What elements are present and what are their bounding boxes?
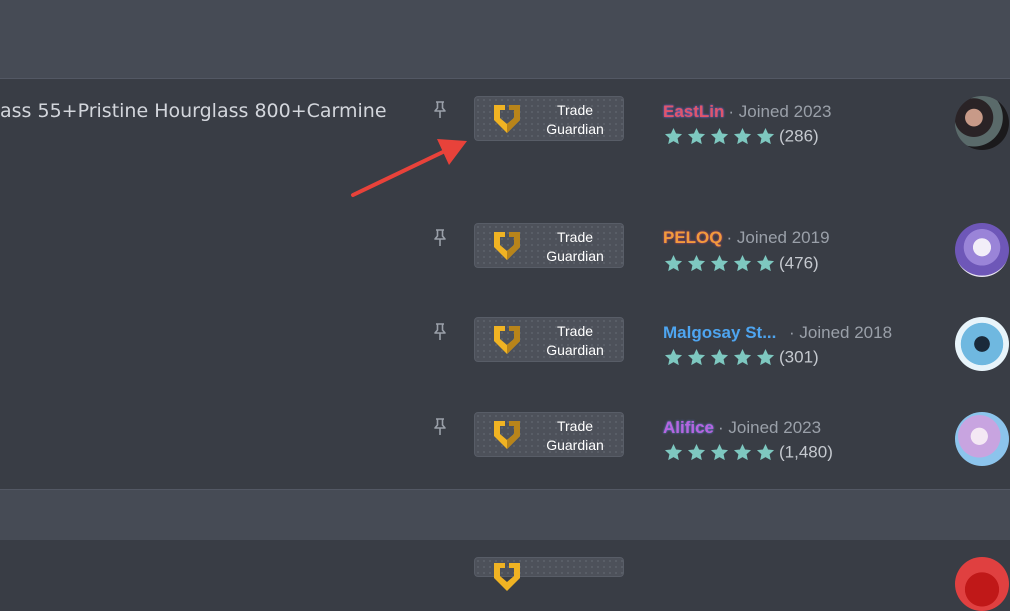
avatar[interactable] [955, 317, 1009, 371]
badge-label: Trade Guardian [546, 418, 604, 453]
seller-joined: · Joined 2023 [718, 418, 822, 437]
rating-count: (476) [779, 253, 819, 273]
badge-label: Trade Guardian [546, 229, 604, 264]
seller-rating: (286) [664, 126, 819, 147]
star-icon [687, 127, 706, 145]
trade-guardian-badge[interactable]: Trade Guardian [474, 96, 624, 141]
star-icon [733, 127, 752, 145]
seller-info: EastLin · Joined 2023 [663, 102, 831, 122]
star-icon [687, 443, 706, 461]
star-icon [687, 254, 706, 272]
trade-guardian-shield-icon [494, 232, 520, 260]
star-icon [687, 348, 706, 366]
seller-info: PELOQ · Joined 2019 [663, 228, 830, 248]
star-icon [756, 348, 775, 366]
badge-label: Trade Guardian [546, 323, 604, 358]
seller-name[interactable]: PELOQ [663, 228, 723, 247]
star-icon [664, 443, 683, 461]
star-icon [733, 348, 752, 366]
pin-icon[interactable] [432, 323, 448, 341]
star-icon [733, 443, 752, 461]
seller-joined: · Joined 2023 [728, 102, 832, 121]
rating-count: (1,480) [779, 442, 833, 462]
trade-guardian-shield-icon [494, 563, 520, 591]
trade-guardian-badge[interactable]: Trade Guardian [474, 412, 624, 457]
star-icon [756, 127, 775, 145]
badge-label: Trade Guardian [546, 102, 604, 137]
seller-rating: (476) [664, 253, 819, 274]
seller-rating: (1,480) [664, 442, 833, 463]
star-icon [710, 443, 729, 461]
star-icon [733, 254, 752, 272]
rating-count: (301) [779, 347, 819, 367]
trade-guardian-badge[interactable] [474, 557, 624, 591]
pin-icon[interactable] [432, 418, 448, 436]
pin-icon[interactable] [432, 229, 448, 247]
seller-info: Malgosay St... · Joined 2018 [663, 323, 892, 343]
seller-joined: · Joined 2018 [789, 323, 893, 342]
avatar[interactable] [955, 96, 1009, 150]
trade-guardian-shield-icon [494, 326, 520, 354]
star-icon [710, 254, 729, 272]
avatar[interactable] [955, 557, 1009, 611]
star-icon [664, 127, 683, 145]
listing-title[interactable]: ass 55+Pristine Hourglass 800+Carmine [0, 100, 387, 122]
seller-joined: · Joined 2019 [726, 228, 830, 247]
trade-guardian-shield-icon [494, 421, 520, 449]
header-band [0, 0, 1010, 79]
trade-guardian-shield-icon [494, 105, 520, 133]
seller-rating: (301) [664, 347, 819, 368]
seller-name[interactable]: Alifice [663, 418, 714, 437]
rating-count: (286) [779, 126, 819, 146]
seller-name[interactable]: EastLin [663, 102, 724, 121]
seller-info: Alifice · Joined 2023 [663, 418, 821, 438]
star-icon [710, 127, 729, 145]
star-icon [756, 254, 775, 272]
seller-name[interactable]: Malgosay St... [663, 323, 785, 343]
trade-guardian-badge[interactable]: Trade Guardian [474, 223, 624, 268]
star-icon [710, 348, 729, 366]
star-icon [756, 443, 775, 461]
annotation-arrow-icon [351, 139, 467, 197]
avatar[interactable] [955, 223, 1009, 277]
separator-band [0, 489, 1010, 541]
star-icon [664, 348, 683, 366]
star-icon [664, 254, 683, 272]
avatar[interactable] [955, 412, 1009, 466]
trade-guardian-badge[interactable]: Trade Guardian [474, 317, 624, 362]
pin-icon[interactable] [432, 101, 448, 119]
